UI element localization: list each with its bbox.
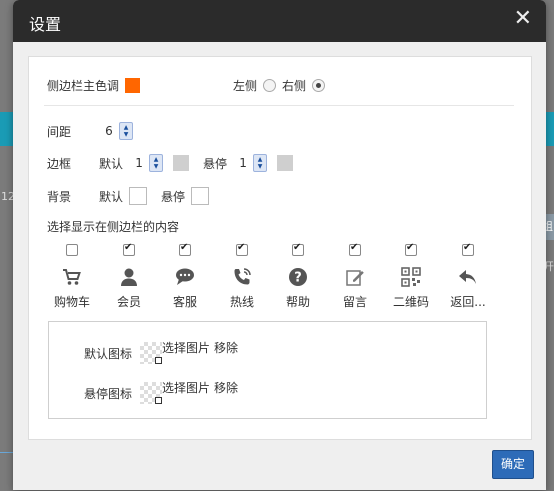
spacing-stepper[interactable]: 6 ▲ ▼: [99, 122, 133, 140]
content-section: 选择显示在侧边栏的内容: [47, 218, 179, 235]
content-item-qrcode[interactable]: 二维码: [382, 242, 440, 310]
content-item-hotline[interactable]: 热线: [213, 242, 271, 310]
checkbox[interactable]: [179, 242, 191, 256]
default-image-select-link[interactable]: 选择图片: [162, 339, 210, 356]
side-right-label: 右侧: [282, 79, 307, 93]
border-default-value[interactable]: 1: [129, 156, 149, 170]
content-item-help[interactable]: ? 帮助: [269, 242, 327, 310]
dialog-titlebar: 设置 ✕: [13, 0, 546, 42]
hover-image-select-link[interactable]: 选择图片: [162, 379, 210, 396]
theme-color-swatch[interactable]: [125, 78, 141, 93]
item-label: 会员: [116, 295, 141, 309]
background-default-label: 默认: [99, 189, 124, 204]
item-label: 返回...: [450, 295, 486, 309]
dialog-title: 设置: [29, 15, 62, 34]
theme-color-row: 侧边栏主色调: [47, 77, 141, 94]
help-icon: ?: [269, 265, 327, 289]
ok-button[interactable]: 确定: [492, 450, 534, 479]
checkbox[interactable]: [123, 242, 135, 256]
content-item-message[interactable]: 留言: [326, 242, 384, 310]
chat-icon: [156, 265, 214, 289]
border-hover-label: 悬停: [203, 156, 228, 171]
item-label: 留言: [342, 295, 367, 309]
background-default-color[interactable]: [129, 187, 148, 205]
checkbox[interactable]: [462, 242, 474, 256]
background-bottom-edge: [0, 452, 14, 491]
border-default-label: 默认: [99, 156, 124, 171]
default-image-label: 默认图标: [84, 346, 133, 361]
background-hover-color[interactable]: [191, 187, 210, 205]
content-item-cart[interactable]: 购物车: [43, 244, 101, 310]
stepper-arrows-icon[interactable]: ▲ ▼: [119, 122, 133, 140]
user-icon: [100, 265, 158, 289]
qrcode-icon: [382, 265, 440, 289]
close-icon[interactable]: ✕: [514, 8, 532, 30]
divider: [44, 105, 514, 106]
item-label: 购物车: [53, 295, 90, 309]
item-label: 热线: [229, 295, 254, 309]
content-label: 选择显示在侧边栏的内容: [47, 220, 180, 234]
background-label: 背景: [47, 189, 72, 204]
settings-dialog: 设置 ✕ 侧边栏主色调 左侧 右侧 间距 6 ▲ ▼ 边框 默认 1 ▲ ▼ 悬…: [13, 0, 546, 490]
spacing-value[interactable]: 6: [99, 124, 119, 138]
default-image-remove-link[interactable]: 移除: [214, 339, 238, 356]
theme-color-label: 侧边栏主色调: [47, 79, 120, 93]
background-row: 背景 默认 悬停: [47, 187, 210, 205]
hover-image-thumbnail: [140, 382, 163, 404]
checkbox[interactable]: [236, 242, 248, 256]
side-left-radio[interactable]: [263, 79, 277, 92]
side-left-label: 左侧: [233, 79, 258, 93]
border-default-color[interactable]: [173, 155, 190, 171]
checkbox[interactable]: [66, 244, 78, 256]
stepper-arrows-icon[interactable]: ▲ ▼: [253, 154, 268, 172]
border-hover-value[interactable]: 1: [233, 156, 253, 170]
border-row: 边框 默认 1 ▲ ▼ 悬停 1 ▲ ▼: [47, 154, 294, 172]
default-image-thumbnail: [140, 342, 163, 364]
border-label: 边框: [47, 156, 72, 171]
spacing-row: 间距 6 ▲ ▼: [47, 122, 133, 140]
back-icon: [439, 265, 497, 289]
side-position-group: 左侧 右侧: [233, 77, 331, 94]
checkbox[interactable]: [349, 242, 361, 256]
phone-icon: [213, 265, 271, 289]
stepper-arrows-icon[interactable]: ▲ ▼: [149, 154, 164, 172]
default-image-row: 默认图标 选择图片 移除: [84, 330, 238, 364]
content-item-back[interactable]: 返回...: [439, 242, 497, 310]
item-label: 二维码: [392, 295, 429, 309]
checkbox[interactable]: [292, 242, 304, 256]
border-default-stepper[interactable]: 1 ▲ ▼: [129, 154, 164, 172]
item-label: 帮助: [285, 295, 310, 309]
side-right-radio[interactable]: [312, 79, 326, 92]
border-hover-stepper[interactable]: 1 ▲ ▼: [233, 154, 268, 172]
edit-icon: [326, 265, 384, 289]
hover-image-remove-link[interactable]: 移除: [214, 379, 238, 396]
background-hover-label: 悬停: [161, 189, 186, 204]
border-hover-color[interactable]: [277, 155, 294, 171]
item-label: 客服: [172, 295, 197, 309]
spacing-label: 间距: [47, 124, 72, 139]
content-item-service[interactable]: 客服: [156, 242, 214, 310]
hover-image-label: 悬停图标: [84, 386, 133, 401]
checkbox[interactable]: [405, 242, 417, 256]
svg-text:?: ?: [294, 271, 302, 286]
shopping-cart-icon: [43, 265, 101, 289]
settings-panel: 侧边栏主色调 左侧 右侧 间距 6 ▲ ▼ 边框 默认 1 ▲ ▼ 悬停 1 ▲…: [28, 56, 532, 440]
hover-image-row: 悬停图标 选择图片 移除: [84, 370, 238, 404]
background-bar-left: [0, 112, 14, 146]
content-item-member[interactable]: 会员: [100, 242, 158, 310]
icon-image-box: 默认图标 选择图片 移除 悬停图标 选择图片 移除: [48, 321, 487, 419]
